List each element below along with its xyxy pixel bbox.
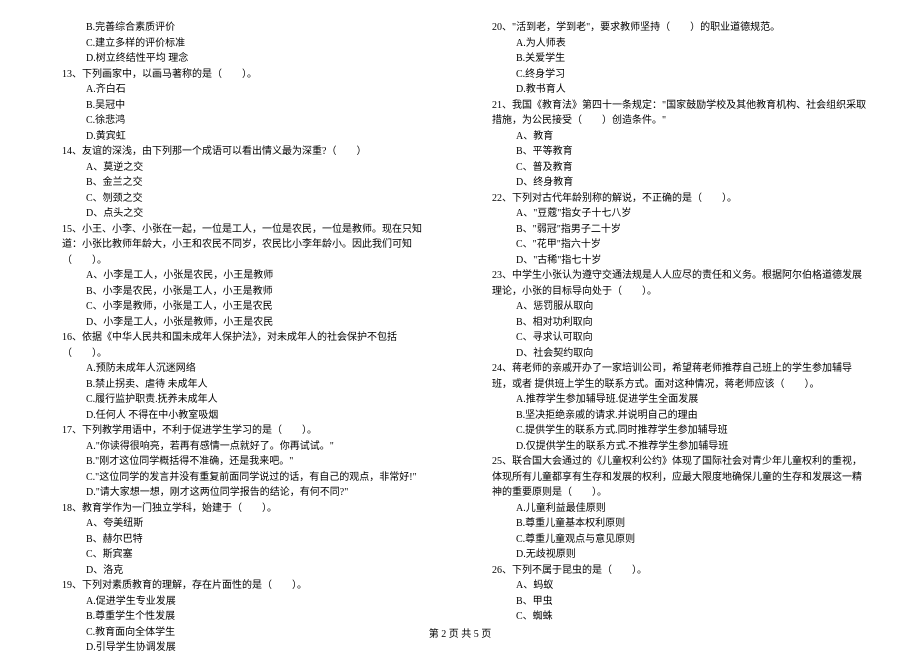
question-text: 17、下列教学用语中，不利于促进学生学习的是（ ）。: [50, 423, 440, 439]
answer-option: A、教育: [480, 129, 870, 145]
answer-option: C、寻求认可取向: [480, 330, 870, 346]
answer-option: C.提供学生的联系方式.同时推荐学生参加辅导班: [480, 423, 870, 439]
question-text: 18、教育学作为一门独立学科，始建于（ ）。: [50, 501, 440, 517]
answer-option: D、洛克: [50, 563, 440, 579]
answer-option: A.儿童利益最佳原则: [480, 501, 870, 517]
answer-option: C、普及教育: [480, 160, 870, 176]
answer-option: D、社会契约取向: [480, 346, 870, 362]
answer-option: C.建立多样的评价标准: [50, 36, 440, 52]
answer-option: A.预防未成年人沉迷网络: [50, 361, 440, 377]
answer-option: D、小李是工人，小张是教师，小王是农民: [50, 315, 440, 331]
answer-option: B.尊重学生个性发展: [50, 609, 440, 625]
answer-option: A.推荐学生参加辅导班.促进学生全面发展: [480, 392, 870, 408]
answer-option: D、点头之交: [50, 206, 440, 222]
answer-option: D.树立终结性平均 理念: [50, 51, 440, 67]
answer-option: B."刚才这位同学概括得不准确，还是我来吧。": [50, 454, 440, 470]
answer-option: B、赫尔巴特: [50, 532, 440, 548]
answer-option: D."请大家想一想，刚才这两位同学报告的结论，有何不同?": [50, 485, 440, 501]
answer-option: C.终身学习: [480, 67, 870, 83]
question-text: 20、"活到老，学到老"，要求教师坚持（ ）的职业道德规范。: [480, 20, 870, 36]
answer-option: D.仅提供学生的联系方式.不推荐学生参加辅导班: [480, 439, 870, 455]
question-text: 24、蒋老师的亲戚开办了一家培训公司，希望蒋老师推荐自己班上的学生参加辅导班，或…: [480, 361, 870, 392]
left-column: B.完善综合素质评价C.建立多样的评价标准D.树立终结性平均 理念13、下列画家…: [50, 20, 440, 610]
question-text: 19、下列对素质教育的理解，存在片面性的是（ ）。: [50, 578, 440, 594]
answer-option: B、"弱冠"指男子二十岁: [480, 222, 870, 238]
answer-option: D.教书育人: [480, 82, 870, 98]
answer-option: A、"豆蔻"指女子十七八岁: [480, 206, 870, 222]
question-text: 22、下列对古代年龄别称的解说，不正确的是（ ）。: [480, 191, 870, 207]
answer-option: B.尊重儿童基本权利原则: [480, 516, 870, 532]
answer-option: B.坚决拒绝亲戚的请求.并说明自己的理由: [480, 408, 870, 424]
answer-option: C."这位同学的发言并没有重复前面同学说过的话，有自己的观点，非常好!": [50, 470, 440, 486]
answer-option: C.徐悲鸿: [50, 113, 440, 129]
answer-option: A、蚂蚁: [480, 578, 870, 594]
answer-option: C、小李是教师，小张是工人，小王是农民: [50, 299, 440, 315]
answer-option: B、相对功利取向: [480, 315, 870, 331]
answer-option: C.尊重儿童观点与意见原则: [480, 532, 870, 548]
page-footer: 第 2 页 共 5 页: [0, 625, 920, 640]
answer-option: A.为人师表: [480, 36, 870, 52]
answer-option: A."你读得很响亮，若再有感情一点就好了。你再试试。": [50, 439, 440, 455]
answer-option: A.齐白石: [50, 82, 440, 98]
question-text: 25、联合国大会通过的《儿童权利公约》体现了国际社会对青少年儿童权利的重视，体现…: [480, 454, 870, 501]
answer-option: A、夸美纽斯: [50, 516, 440, 532]
answer-option: C、刎颈之交: [50, 191, 440, 207]
question-text: 21、我国《教育法》第四十一条规定："国家鼓励学校及其他教育机构、社会组织采取措…: [480, 98, 870, 129]
answer-option: C、蜘蛛: [480, 609, 870, 625]
answer-option: D.黄宾虹: [50, 129, 440, 145]
answer-option: B.禁止拐卖、虐待 未成年人: [50, 377, 440, 393]
question-text: 26、下列不属于昆虫的是（ ）。: [480, 563, 870, 579]
right-column: 20、"活到老，学到老"，要求教师坚持（ ）的职业道德规范。A.为人师表B.关爱…: [480, 20, 870, 610]
question-text: 23、中学生小张认为遵守交通法规是人人应尽的责任和义务。根据阿尔伯格道德发展理论…: [480, 268, 870, 299]
answer-option: D.引导学生协调发展: [50, 640, 440, 656]
question-text: 14、友谊的深浅，由下列那一个成语可以看出情义最为深重?（ ）: [50, 144, 440, 160]
page-columns: B.完善综合素质评价C.建立多样的评价标准D.树立终结性平均 理念13、下列画家…: [50, 20, 870, 610]
answer-option: C、斯宾塞: [50, 547, 440, 563]
answer-option: B.完善综合素质评价: [50, 20, 440, 36]
answer-option: C.履行监护职责.抚养未成年人: [50, 392, 440, 408]
answer-option: B、平等教育: [480, 144, 870, 160]
answer-option: A.促进学生专业发展: [50, 594, 440, 610]
answer-option: B、金兰之交: [50, 175, 440, 191]
question-text: 13、下列画家中，以画马著称的是（ ）。: [50, 67, 440, 83]
answer-option: D.任何人 不得在中小教室吸烟: [50, 408, 440, 424]
answer-option: A、惩罚服从取向: [480, 299, 870, 315]
answer-option: B、小李是农民，小张是工人，小王是教师: [50, 284, 440, 300]
answer-option: B.关爱学生: [480, 51, 870, 67]
answer-option: B、甲虫: [480, 594, 870, 610]
question-text: 15、小王、小李、小张在一起，一位是工人，一位是农民，一位是教师。现在只知道：小…: [50, 222, 440, 269]
answer-option: D.无歧视原则: [480, 547, 870, 563]
answer-option: B.吴冠中: [50, 98, 440, 114]
question-text: 16、依据《中华人民共和国未成年人保护法》，对未成年人的社会保护不包括（ ）。: [50, 330, 440, 361]
answer-option: A、莫逆之交: [50, 160, 440, 176]
answer-option: D、终身教育: [480, 175, 870, 191]
answer-option: C、"花甲"指六十岁: [480, 237, 870, 253]
answer-option: A、小李是工人，小张是农民，小王是教师: [50, 268, 440, 284]
answer-option: D、"古稀"指七十岁: [480, 253, 870, 269]
